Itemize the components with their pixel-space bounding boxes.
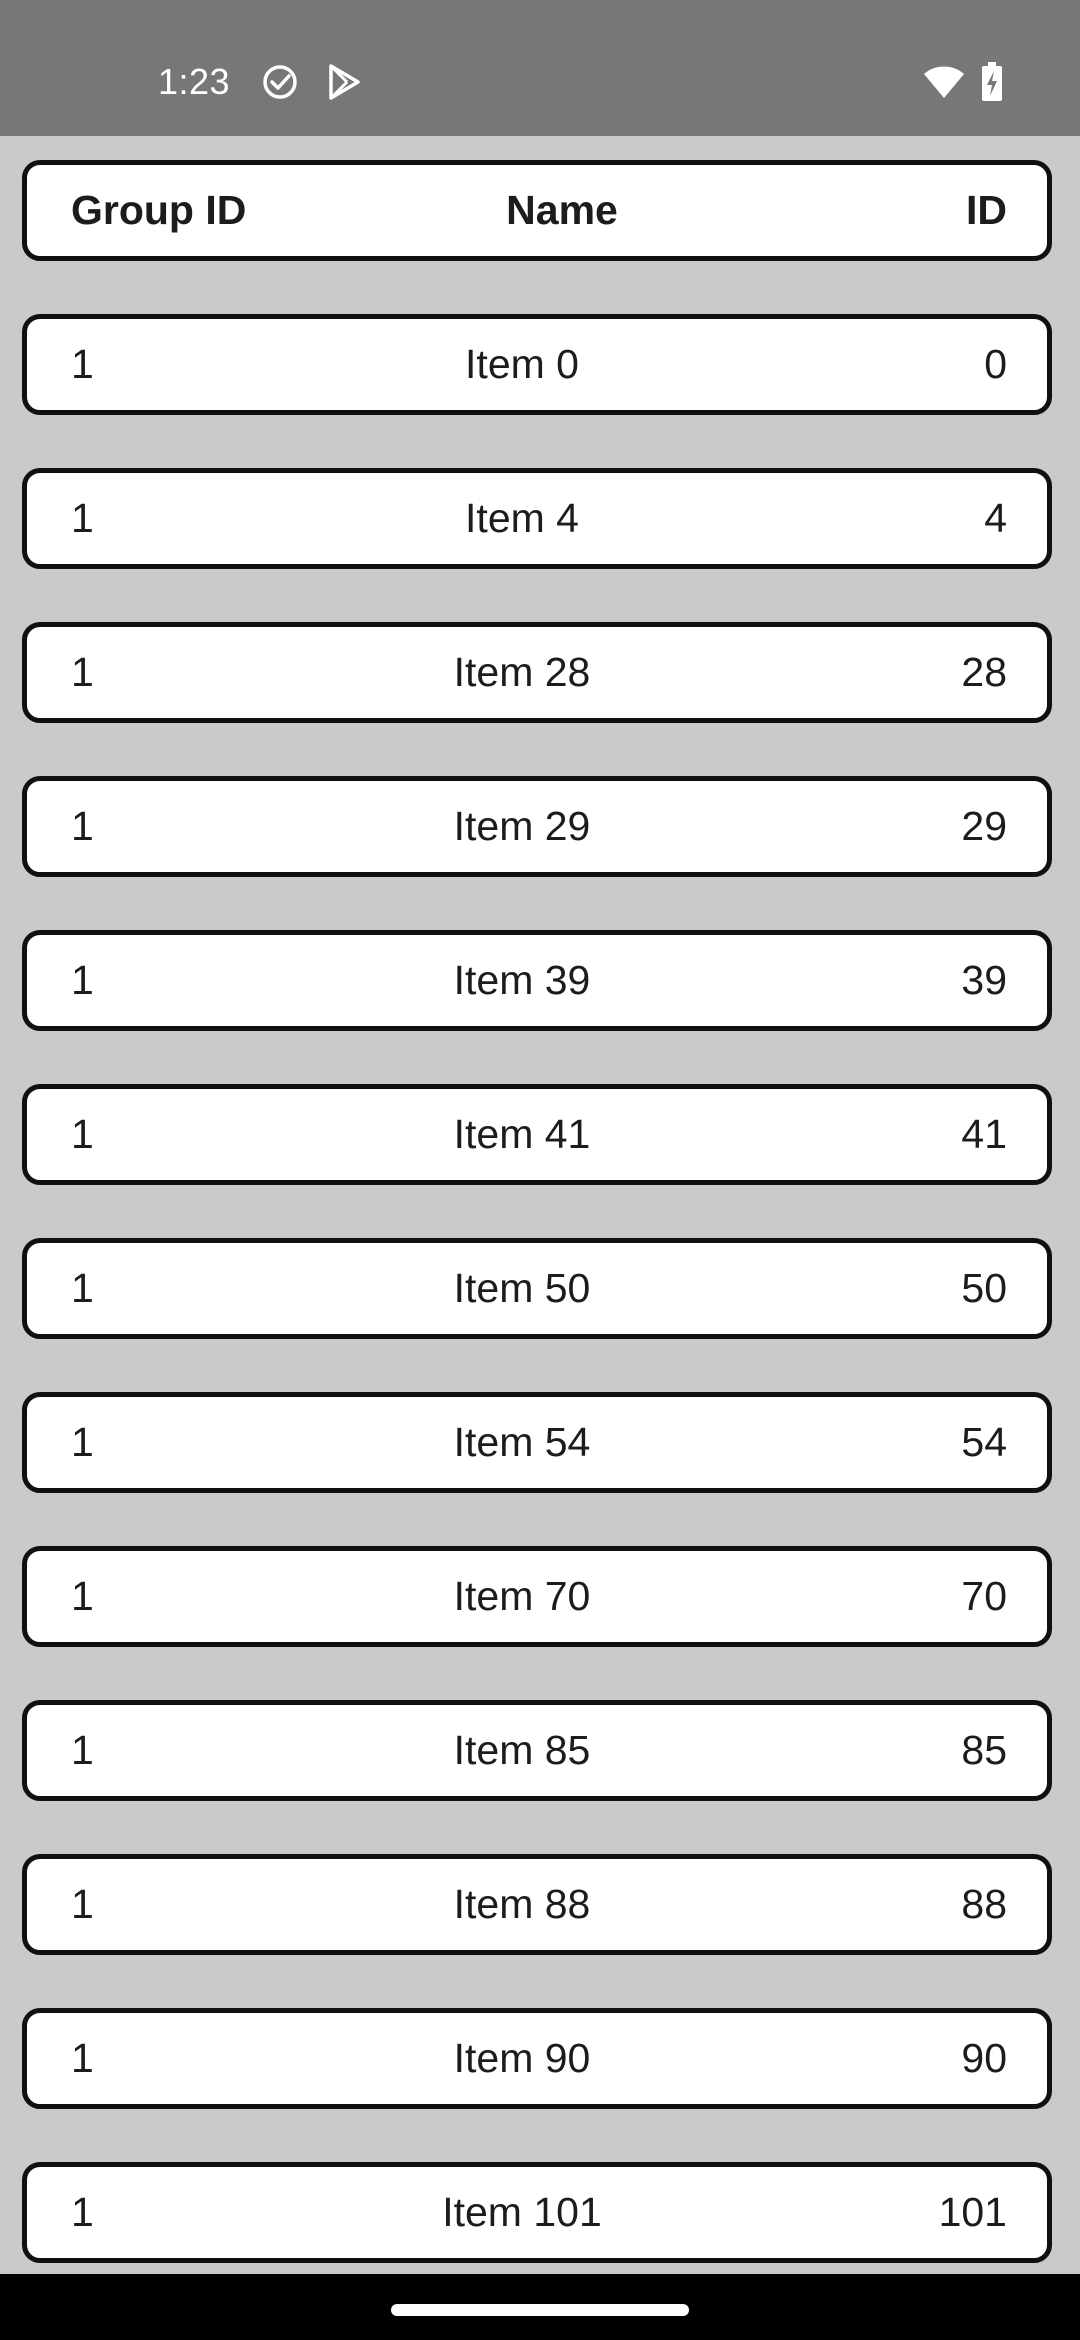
cell-id: 4: [984, 495, 1007, 541]
cell-id: 70: [961, 1573, 1007, 1619]
cell-id: 28: [961, 649, 1007, 695]
table-row[interactable]: 1 Item 70 70: [22, 1546, 1052, 1647]
cell-id: 29: [961, 803, 1007, 849]
battery-charging-icon: [982, 62, 1002, 101]
table-row[interactable]: 1 Item 4 4: [22, 468, 1052, 569]
cell-id: 41: [961, 1111, 1007, 1157]
cell-name: Item 90: [453, 2035, 591, 2081]
table-list[interactable]: Group ID Name ID 1 Item 0 0 1 Item 4 4 1…: [0, 136, 1080, 2274]
cell-id: 101: [938, 2189, 1007, 2235]
header-id: ID: [966, 187, 1007, 233]
cell-name: Item 28: [453, 649, 591, 695]
check-circle-icon: [263, 65, 297, 99]
status-bar: 1:23: [0, 0, 1080, 136]
table-row[interactable]: 1 Item 90 90: [22, 2008, 1052, 2109]
table-row[interactable]: 1 Item 29 29: [22, 776, 1052, 877]
table-row[interactable]: 1 Item 101 101: [22, 2162, 1052, 2263]
cell-id: 85: [961, 1727, 1007, 1773]
table-row[interactable]: 1 Item 28 28: [22, 622, 1052, 723]
cell-name: Item 0: [465, 341, 579, 387]
table-row[interactable]: 1 Item 88 88: [22, 1854, 1052, 1955]
cell-name: Item 41: [453, 1111, 591, 1157]
cell-name: Item 85: [453, 1727, 591, 1773]
play-store-icon: [329, 64, 360, 100]
table-row[interactable]: 1 Item 41 41: [22, 1084, 1052, 1185]
cell-id: 88: [961, 1881, 1007, 1927]
cell-id: 90: [961, 2035, 1007, 2081]
table-row[interactable]: 1 Item 39 39: [22, 930, 1052, 1031]
cell-name: Item 29: [453, 803, 591, 849]
table-row[interactable]: 1 Item 50 50: [22, 1238, 1052, 1339]
table-row[interactable]: 1 Item 0 0: [22, 314, 1052, 415]
cell-name: Item 39: [453, 957, 591, 1003]
cell-name: Item 70: [453, 1573, 591, 1619]
cell-id: 50: [961, 1265, 1007, 1311]
cell-id: 54: [961, 1419, 1007, 1465]
cell-name: Item 54: [453, 1419, 591, 1465]
cell-name: Item 4: [465, 495, 579, 541]
header-name: Name: [506, 187, 618, 233]
wifi-icon: [924, 66, 964, 98]
table-header-row: Group ID Name ID: [22, 160, 1052, 261]
home-gesture-handle[interactable]: [391, 2304, 689, 2316]
cell-id: 0: [984, 341, 1007, 387]
table-row[interactable]: 1 Item 54 54: [22, 1392, 1052, 1493]
cell-name: Item 101: [442, 2189, 602, 2235]
table-row[interactable]: 1 Item 85 85: [22, 1700, 1052, 1801]
cell-name: Item 50: [453, 1265, 591, 1311]
cell-name: Item 88: [453, 1881, 591, 1927]
status-time: 1:23: [158, 61, 231, 102]
cell-id: 39: [961, 957, 1007, 1003]
